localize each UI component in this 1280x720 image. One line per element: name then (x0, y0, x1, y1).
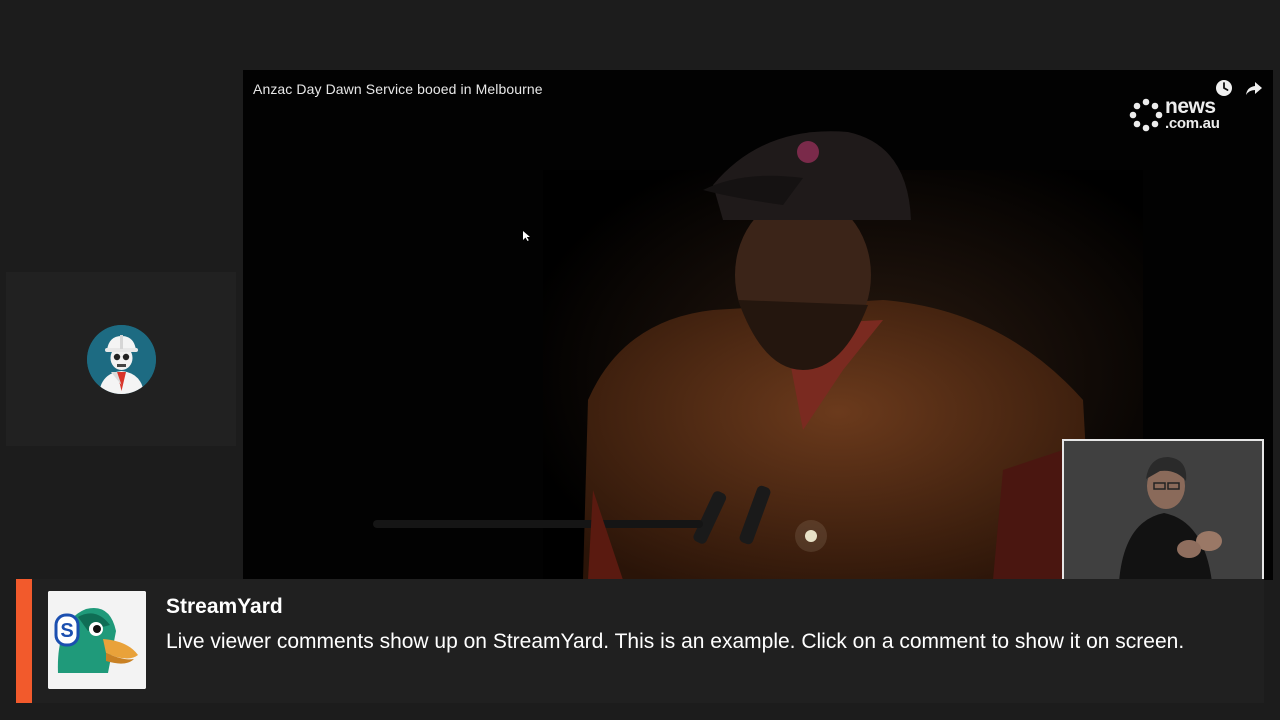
mouse-cursor-icon (523, 231, 530, 241)
participant-avatar (87, 325, 156, 394)
video-title: Anzac Day Dawn Service booed in Melbourn… (253, 81, 543, 97)
share-icon[interactable] (1245, 79, 1263, 97)
banner-accent-bar (16, 579, 32, 703)
video-top-icons (1215, 79, 1263, 97)
comment-banner[interactable]: S StreamYard Live viewer comments show u… (16, 579, 1264, 703)
commenter-name: StreamYard (166, 595, 283, 618)
brand-text: news .com.au (1165, 96, 1220, 131)
interpreter-inset (1062, 439, 1264, 582)
brand-line2: .com.au (1165, 115, 1220, 132)
broadcast-stage: Anzac Day Dawn Service booed in Melbourn… (0, 0, 1280, 720)
brand-dots-icon (1129, 98, 1163, 132)
svg-text:S: S (60, 620, 73, 642)
skeleton-avatar-icon (87, 325, 156, 394)
clock-icon[interactable] (1215, 79, 1233, 97)
comment-text: Live viewer comments show up on StreamYa… (166, 630, 1185, 653)
news-brand-logo: news .com.au (1129, 96, 1239, 136)
commenter-avatar: S (48, 591, 146, 689)
participant-tile[interactable] (6, 272, 236, 446)
interpreter-video (1064, 441, 1262, 582)
streamyard-duck-icon: S (48, 591, 146, 689)
brand-line1: news (1165, 95, 1216, 118)
